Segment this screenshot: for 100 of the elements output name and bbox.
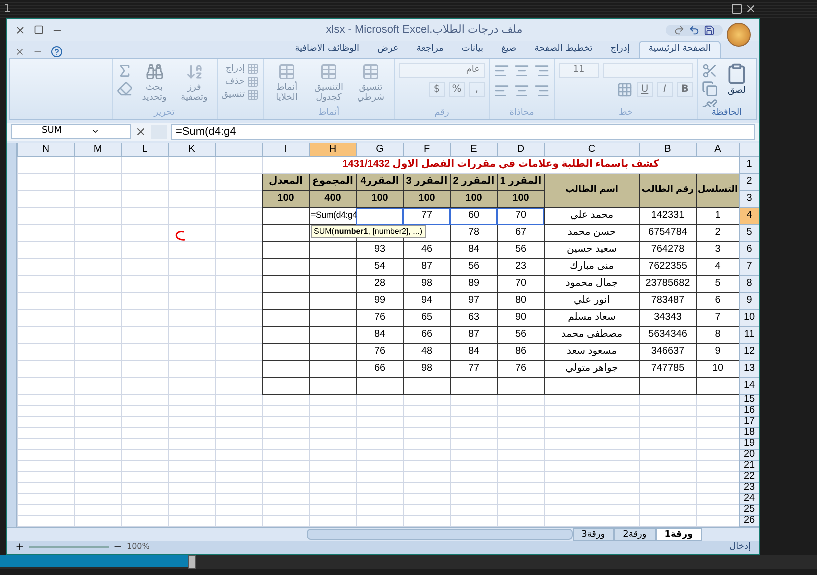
row-header[interactable]: 20 [739,450,759,460]
ribbon-tab[interactable]: الصفحة الرئيسية [638,41,721,58]
empty-cell [356,416,403,428]
table-cell: 99 [356,292,403,310]
horizontal-scrollbar[interactable] [307,528,573,540]
empty-cell [17,258,74,276]
row-header[interactable]: 3 [739,190,759,208]
row-header[interactable]: 18 [739,428,759,438]
row-header[interactable]: 26 [739,516,759,526]
row-header[interactable]: 22 [739,472,759,482]
row-header[interactable]: 5 [739,224,759,242]
row-header[interactable]: 16 [739,406,759,416]
row-header[interactable]: 4 [739,208,759,224]
ribbon-tab[interactable]: الوظائف الاضافية [286,41,369,58]
column-header[interactable]: K [168,142,215,156]
close-icon[interactable] [15,24,26,36]
ribbon-tab[interactable]: مراجعة [408,41,453,58]
close-icon[interactable] [15,47,25,57]
column-header[interactable]: B [639,142,696,156]
empty-cell [403,472,450,482]
table-cell: 34343 [639,310,696,326]
column-header[interactable]: A [696,142,739,156]
ribbon-tab[interactable]: تخطيط الصفحة [526,41,602,58]
restore-icon[interactable] [731,3,743,15]
row-header[interactable]: 13 [739,360,759,378]
empty-cell [168,258,215,276]
cancel-icon[interactable] [135,126,147,138]
table-cell: 747785 [639,360,696,378]
column-header[interactable]: G [356,142,403,156]
row-header[interactable]: 25 [739,504,759,516]
empty-cell [309,292,356,310]
close-icon[interactable] [745,3,757,15]
scissors-icon[interactable] [702,63,718,79]
row-header[interactable]: 7 [739,258,759,276]
column-header[interactable]: L [121,142,168,156]
row-header[interactable]: 12 [739,344,759,360]
save-icon[interactable] [704,24,715,36]
name-box[interactable]: SUM [11,124,131,140]
row-header[interactable]: 19 [739,438,759,450]
sheet-tab[interactable]: ورقة1 [656,528,702,540]
ribbon-tab[interactable]: عرض [368,41,408,58]
row-header[interactable]: 17 [739,416,759,428]
ribbon-tab[interactable]: إدراج [602,41,639,58]
column-header[interactable]: F [403,142,450,156]
copy-icon[interactable] [702,81,718,97]
restore-icon[interactable] [34,24,44,34]
vertical-scrollbar[interactable] [7,142,17,526]
ribbon-tab[interactable]: بيانات [452,41,492,58]
column-header[interactable]: M [74,142,121,156]
empty-cell [17,310,74,326]
empty-cell [17,276,74,292]
empty-cell [168,378,215,394]
column-header[interactable] [215,142,262,156]
row-header[interactable]: 6 [739,242,759,258]
empty-cell [17,472,74,482]
empty-cell [309,460,356,472]
empty-cell [215,326,262,344]
undo-icon[interactable] [688,24,700,36]
empty-cell [17,242,74,258]
ribbon-tab[interactable]: صيغ [492,41,526,58]
empty-cell [74,224,121,242]
row-header[interactable]: 2 [739,174,759,190]
sheet-tab[interactable]: ورقة2 [614,528,656,540]
row-header[interactable]: 21 [739,460,759,472]
row-header[interactable]: 15 [739,394,759,406]
row-header[interactable]: 1 [739,156,759,174]
progress-track[interactable] [0,555,817,569]
column-header[interactable]: I [262,142,309,156]
redo-icon[interactable] [674,24,685,36]
column-header[interactable]: D [497,142,544,156]
row-header[interactable]: 8 [739,276,759,292]
row-header[interactable]: 24 [739,494,759,504]
empty-cell [450,460,497,472]
help-icon[interactable] [51,46,63,58]
row-header[interactable]: 23 [739,482,759,494]
row-header[interactable]: 9 [739,292,759,310]
table-cell: 84 [450,344,497,360]
column-header[interactable]: E [450,142,497,156]
empty-cell [168,190,215,208]
empty-cell [168,394,215,406]
column-header[interactable]: C [544,142,639,156]
column-header[interactable]: N [17,142,74,156]
row-header[interactable]: 11 [739,326,759,344]
select-all-corner[interactable] [739,142,759,156]
table-cell: 783487 [639,292,696,310]
table-cell: 87 [403,258,450,276]
zoom-in-icon[interactable] [15,542,25,552]
paste-button[interactable]: لصق [722,63,752,98]
column-header[interactable]: H [309,142,356,156]
row-header[interactable]: 10 [739,310,759,326]
empty-cell [309,504,356,516]
empty-cell [450,494,497,504]
empty-cell [215,360,262,378]
row-header[interactable]: 14 [739,378,759,394]
empty-cell [168,208,215,224]
formula-field[interactable]: =Sum(d4:g4 [171,124,755,140]
column-heading: رقم الطالب [639,174,696,208]
office-logo-icon[interactable] [726,23,751,47]
sheet-tab[interactable]: ورقة3 [572,528,614,540]
table-cell: 66 [356,360,403,378]
